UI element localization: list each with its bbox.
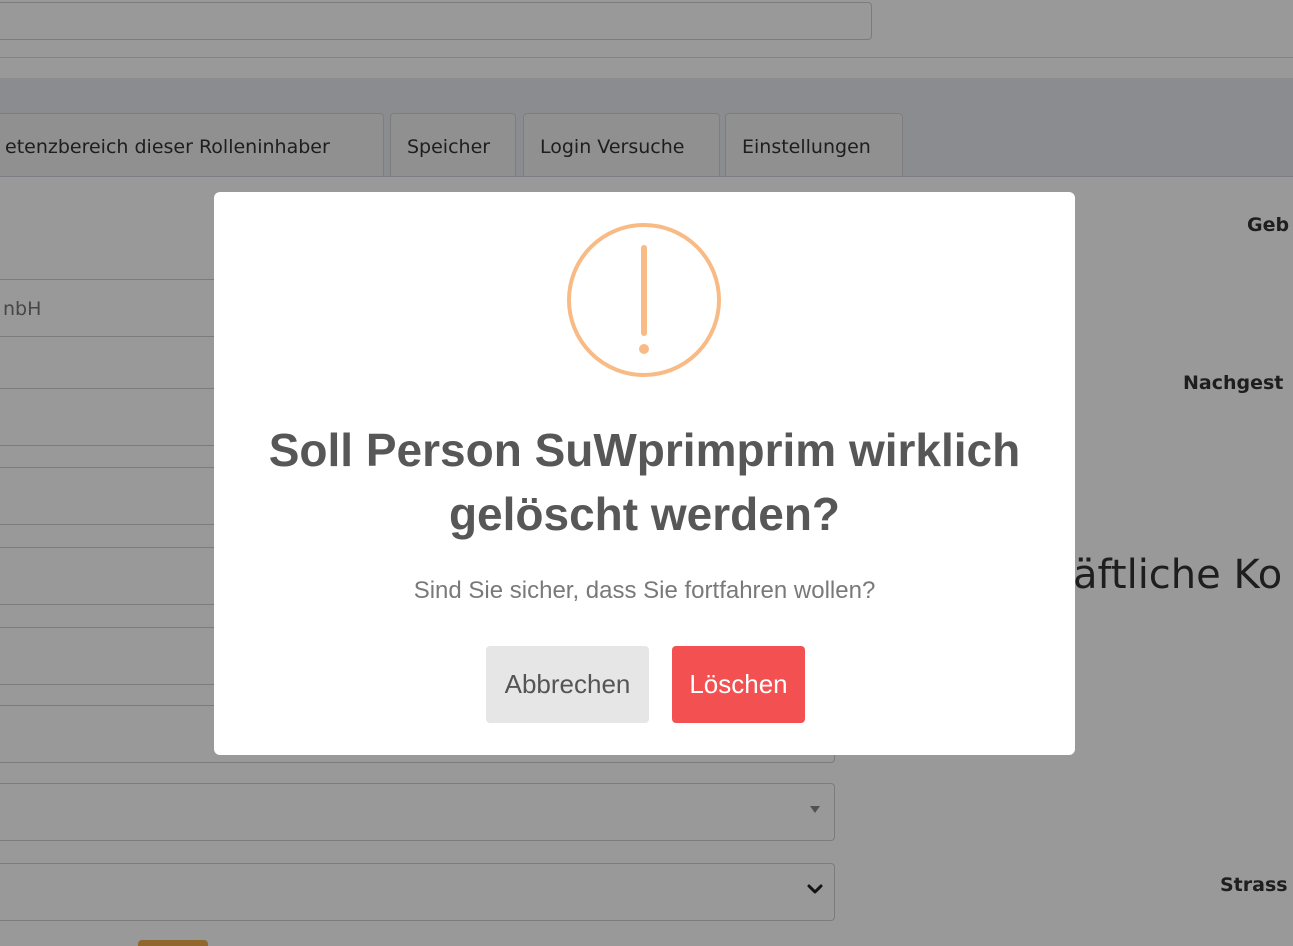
warning-icon [567, 223, 721, 377]
cancel-button[interactable]: Abbrechen [486, 646, 649, 723]
delete-button[interactable]: Löschen [672, 646, 805, 723]
dialog-message: Sind Sie sicher, dass Sie fortfahren wol… [413, 577, 876, 604]
dialog-title: Soll Person SuWprimprim wirklich gelösch… [268, 424, 1021, 540]
confirm-dialog: Soll Person SuWprimprim wirklich gelösch… [214, 192, 1075, 755]
